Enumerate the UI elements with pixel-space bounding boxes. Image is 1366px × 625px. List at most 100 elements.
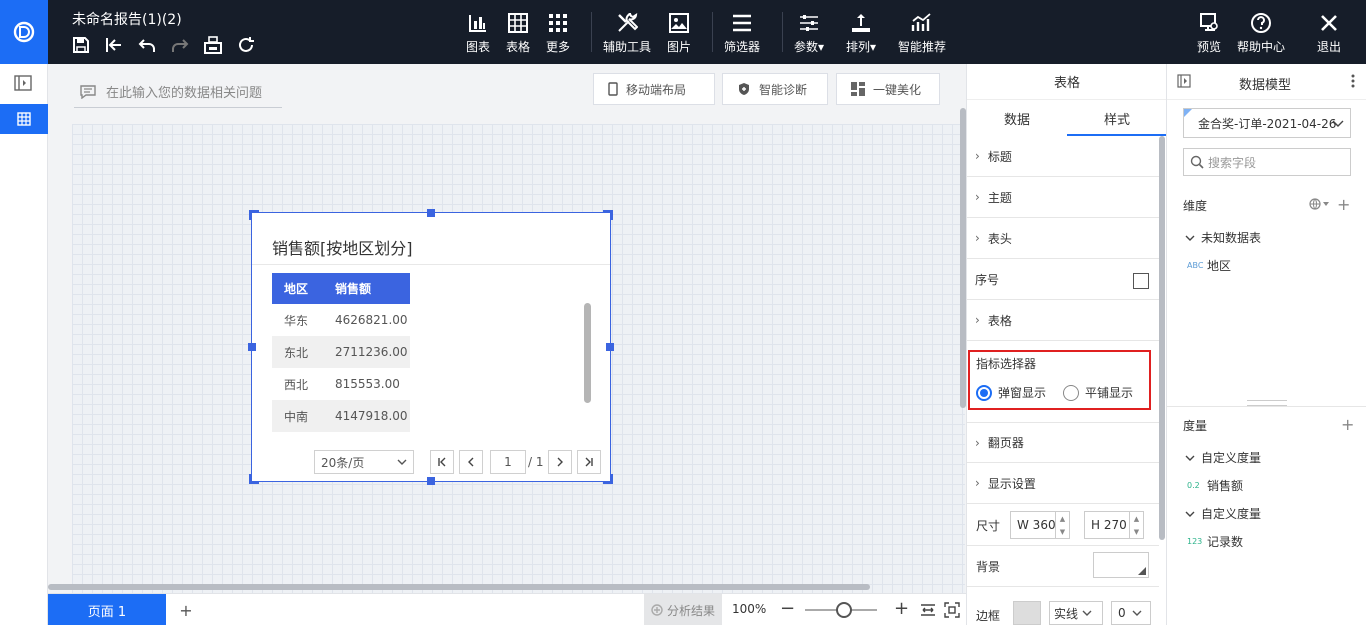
arrange-button[interactable]: 排列▾ (846, 12, 876, 56)
undo-icon[interactable] (136, 34, 158, 56)
resize-corner[interactable] (249, 474, 259, 484)
exit-edit-icon[interactable] (103, 34, 125, 56)
page-tab[interactable]: 页面 1 (48, 594, 166, 625)
tools-button[interactable]: 辅助工具 (603, 12, 651, 56)
title-divider (252, 264, 610, 265)
filter-button[interactable]: 筛选器 (724, 12, 760, 56)
page-number-input[interactable]: 1 (490, 450, 526, 474)
prev-page-button[interactable] (459, 450, 483, 474)
zoom-in-button[interactable]: + (894, 598, 909, 619)
analysis-result-button[interactable]: 分析结果 (644, 594, 722, 625)
border-style-select[interactable]: 实线 (1049, 601, 1103, 625)
table-button[interactable]: 表格 (506, 12, 530, 56)
section-header[interactable]: › 表头 (967, 218, 1159, 259)
custom-measure-group[interactable]: 自定义度量 (1185, 449, 1261, 466)
width-input[interactable]: W 360 ▲ ▼ (1010, 511, 1070, 539)
save-icon[interactable] (70, 34, 92, 56)
resize-corner[interactable] (603, 210, 613, 220)
table-widget-icon[interactable] (0, 104, 48, 134)
add-dimension-icon[interactable]: + (1337, 195, 1350, 214)
first-page-button[interactable] (430, 450, 454, 474)
image-label: 图片 (667, 40, 692, 54)
unknown-table-item[interactable]: 未知数据表 (1185, 229, 1261, 246)
panel-scrollbar[interactable] (1159, 136, 1165, 540)
fit-width-icon[interactable] (920, 602, 936, 618)
dataset-select[interactable]: 金合奖-订单-2021-04-26 (1183, 108, 1351, 138)
header-sales[interactable]: 销售额 (322, 280, 410, 297)
exit-button[interactable]: 退出 (1317, 12, 1341, 56)
beautify-button[interactable]: 一键美化 (836, 73, 940, 105)
height-input[interactable]: H 270 ▲ ▼ (1084, 511, 1144, 539)
tab-style[interactable]: 样式 (1067, 100, 1167, 136)
expand-panel-icon[interactable] (14, 74, 32, 92)
ask-question-input[interactable]: 在此输入您的数据相关问题 (74, 76, 282, 108)
resize-handle[interactable] (606, 343, 614, 351)
fit-screen-icon[interactable] (944, 602, 960, 618)
list-icon (732, 12, 752, 34)
last-page-button[interactable] (577, 450, 601, 474)
redo-icon[interactable] (169, 34, 191, 56)
resize-handle[interactable] (248, 343, 256, 351)
field-count[interactable]: 123 记录数 (1187, 533, 1243, 550)
preview-button[interactable]: 预览 (1197, 12, 1221, 56)
field-search-input[interactable]: 搜索字段 (1183, 148, 1351, 176)
background-color-picker[interactable] (1093, 552, 1149, 578)
serial-checkbox[interactable] (1133, 273, 1149, 289)
layout-icon (851, 82, 865, 96)
smart-recommend-button[interactable]: 智能推荐 (898, 12, 946, 56)
widget-title[interactable]: 销售额[按地区划分] (272, 235, 413, 259)
resize-corner[interactable] (249, 210, 259, 220)
resize-handle[interactable] (427, 477, 435, 485)
section-pager[interactable]: › 翻页器 (967, 422, 1159, 463)
table-scrollbar[interactable] (584, 303, 591, 403)
help-button[interactable]: 帮助中心 (1237, 12, 1285, 56)
zoom-out-button[interactable]: − (780, 598, 795, 619)
more-button[interactable]: 更多 (546, 12, 570, 56)
add-page-button[interactable]: + (176, 594, 196, 625)
header-region[interactable]: 地区 (272, 280, 322, 297)
chart-button[interactable]: 图表 (466, 12, 490, 56)
border-style-value: 实线 (1054, 606, 1079, 621)
refresh-icon[interactable] (235, 34, 257, 56)
cell-sales: 4147918.00 (335, 409, 408, 423)
section-table[interactable]: › 表格 (967, 300, 1159, 341)
more-vertical-icon[interactable] (1351, 74, 1355, 88)
border-color-picker[interactable] (1013, 601, 1041, 625)
custom-measure-group[interactable]: 自定义度量 (1185, 505, 1261, 522)
add-measure-icon[interactable]: + (1341, 415, 1354, 434)
field-sales[interactable]: 0.2 销售额 (1187, 477, 1243, 494)
section-display[interactable]: › 显示设置 (967, 463, 1159, 504)
page-size-select[interactable]: 20条/页 (314, 450, 414, 474)
tab-data[interactable]: 数据 (967, 100, 1067, 136)
params-button[interactable]: 参数▾ (794, 12, 824, 56)
cell-sales: 2711236.00 (335, 345, 408, 359)
report-title[interactable]: 未命名报告(1)(2) (72, 9, 182, 29)
divider (967, 545, 1159, 546)
beautify-label: 一键美化 (873, 82, 922, 97)
chevron-right-icon: › (975, 190, 980, 204)
zoom-slider-handle[interactable] (836, 602, 852, 618)
horizontal-scrollbar[interactable] (48, 584, 870, 590)
diagnose-button[interactable]: 智能诊断 (722, 73, 828, 105)
app-logo-icon[interactable] (0, 0, 48, 64)
print-icon[interactable] (202, 34, 224, 56)
globe-icon[interactable] (1309, 197, 1331, 211)
mobile-layout-button[interactable]: 移动端布局 (593, 73, 715, 105)
radio-popup[interactable]: 弹窗显示 (976, 384, 1046, 401)
resize-corner[interactable] (603, 474, 613, 484)
radio-tile[interactable]: 平铺显示 (1063, 384, 1133, 401)
section-theme[interactable]: › 主题 (967, 177, 1159, 218)
height-stepper[interactable]: ▲ ▼ (1129, 512, 1143, 538)
border-width-value: 0 (1118, 606, 1126, 620)
image-button[interactable]: 图片 (667, 12, 691, 56)
table-widget[interactable]: 销售额[按地区划分] 地区 销售额 华东 4626821.00 东北 27112… (248, 209, 614, 485)
section-title[interactable]: › 标题 (967, 136, 1159, 177)
resize-handle[interactable] (427, 209, 435, 217)
collapse-panel-icon[interactable] (1177, 74, 1191, 88)
chevron-down-icon (1185, 455, 1195, 461)
width-stepper[interactable]: ▲ ▼ (1055, 512, 1069, 538)
next-page-button[interactable] (548, 450, 572, 474)
mobile-icon (608, 82, 618, 96)
border-width-select[interactable]: 0 (1111, 601, 1151, 625)
field-region[interactable]: ABC 地区 (1187, 257, 1231, 274)
